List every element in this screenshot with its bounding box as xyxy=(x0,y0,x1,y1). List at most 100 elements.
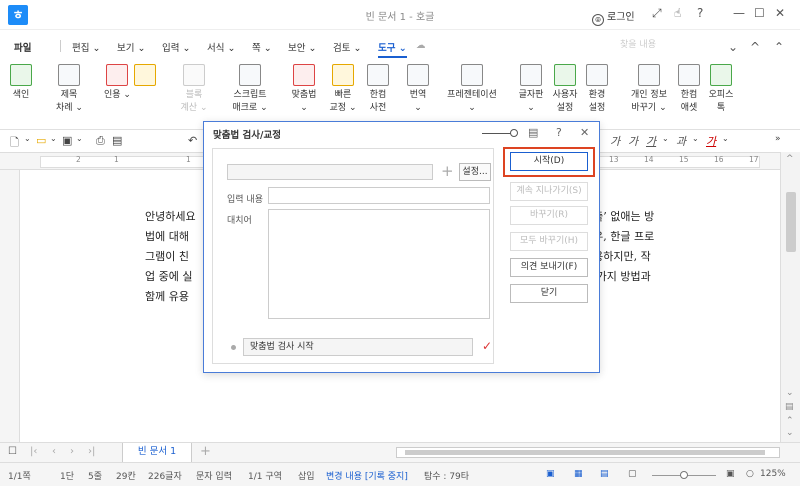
chevron-down-icon[interactable]: ⌄ xyxy=(728,40,738,54)
chevron-down-icon[interactable]: ⌄ xyxy=(662,134,669,143)
chevron-down-icon[interactable]: ⌄ xyxy=(50,134,57,143)
check-range-field[interactable] xyxy=(227,164,433,180)
ribbon-asset-button[interactable]: 한컴 애셋 xyxy=(676,64,702,115)
prev-page-icon[interactable]: ⌃ xyxy=(786,416,794,426)
menu-insert[interactable]: 입력 ⌄ xyxy=(162,40,190,54)
ribbon-citation-button[interactable]: 인용 ⌄ xyxy=(104,64,131,102)
ribbon-block-calc-button[interactable]: 블록 계산 ⌄ xyxy=(178,64,210,115)
add-tab-icon[interactable]: + xyxy=(200,444,211,459)
next-tab-icon[interactable]: › xyxy=(70,446,74,457)
menu-review[interactable]: 검토 ⌄ xyxy=(333,40,361,54)
close-icon[interactable]: ✕ xyxy=(775,6,785,20)
ribbon-preferences-button[interactable]: 환경 설정 xyxy=(584,64,610,115)
vertical-scrollbar[interactable]: ^ ⌄ ▤ ⌃ ⌄ xyxy=(780,152,800,442)
maximize-icon[interactable]: ☐ xyxy=(754,6,765,20)
print-icon[interactable]: ⎙ xyxy=(96,134,105,148)
italic-char-icon[interactable]: 가 xyxy=(628,133,638,149)
zoom-search-icon[interactable]: ○ xyxy=(746,469,754,479)
ribbon-translate-button[interactable]: 번역 ⌄ xyxy=(405,64,431,115)
vertical-ruler[interactable] xyxy=(0,170,20,442)
fit-page-icon[interactable]: ▢ xyxy=(628,469,637,479)
ribbon-toc-button[interactable]: 제목 차례 ⌄ xyxy=(56,64,83,115)
status-mode[interactable]: 문자 입력 xyxy=(196,469,232,482)
ribbon-privacy-button[interactable]: 개인 정보 바꾸기 ⌄ xyxy=(628,64,670,115)
strikethrough-char-icon[interactable]: 과 xyxy=(676,133,686,149)
hscroll-thumb[interactable] xyxy=(405,450,765,455)
scroll-up-icon[interactable]: ^ xyxy=(786,154,794,164)
replace-button[interactable]: 바꾸기(R) xyxy=(510,206,588,225)
search-input[interactable]: 찾을 내용 xyxy=(616,36,746,54)
menu-tools[interactable]: 도구 ⌄ xyxy=(378,40,407,58)
opacity-slider-knob[interactable] xyxy=(510,129,518,137)
chevron-down-icon[interactable]: ⌄ xyxy=(24,134,31,143)
ribbon-office-talk-button[interactable]: 오피스 톡 xyxy=(706,64,736,115)
menu-file[interactable]: 파일 xyxy=(14,40,31,54)
new-doc-icon[interactable]: 🗋 xyxy=(10,134,19,153)
zoom-level[interactable]: 125% xyxy=(760,469,786,479)
input-content-field[interactable] xyxy=(268,187,490,204)
ribbon-presentation-button[interactable]: 프레젠테이션 ⌄ xyxy=(444,64,500,115)
menu-security[interactable]: 보안 ⌄ xyxy=(288,40,316,54)
ribbon-pen-button[interactable] xyxy=(134,64,156,89)
save-icon[interactable]: ▣ xyxy=(62,134,72,147)
settings-button[interactable]: 설정... xyxy=(459,163,491,181)
skip-button[interactable]: 계속 지나가기(S) xyxy=(510,182,588,201)
collapse-ribbon-icon[interactable]: ⌃ xyxy=(774,40,784,54)
fullscreen-icon[interactable]: ⤢ xyxy=(652,6,662,21)
ribbon-spellcheck-button[interactable]: 맞춤법 ⌄ xyxy=(286,64,322,115)
menu-format[interactable]: 서식 ⌄ xyxy=(207,40,235,54)
status-insert[interactable]: 삽입 xyxy=(298,469,315,482)
font-color-icon[interactable]: 가 xyxy=(706,133,716,149)
login-button[interactable]: ⦾ 로그인 xyxy=(592,8,635,26)
scroll-thumb[interactable] xyxy=(786,192,796,252)
zoom-slider-knob[interactable] xyxy=(680,471,688,479)
preview-icon[interactable]: ▤ xyxy=(112,134,122,147)
menu-edit[interactable]: 편집 ⌄ xyxy=(72,40,100,54)
dialog-header[interactable]: 맞춤법 검사/교정 ▤ ? ✕ xyxy=(204,122,599,144)
horizontal-scrollbar[interactable] xyxy=(396,447,780,458)
chevron-down-icon[interactable]: ⌄ xyxy=(692,134,699,143)
ribbon-quick-correct-button[interactable]: 빠른 교정 ⌄ xyxy=(328,64,358,115)
undo-icon[interactable]: ↶ xyxy=(188,134,197,147)
underline-char-icon[interactable]: 가 xyxy=(646,133,656,149)
view-web-icon[interactable]: ▦ xyxy=(574,469,583,479)
close-button[interactable]: 닫기 xyxy=(510,284,588,303)
help-icon[interactable]: ? xyxy=(697,6,703,20)
page-icon[interactable]: ▤ xyxy=(785,402,794,412)
hand-icon[interactable]: ☝ xyxy=(674,6,681,20)
bold-char-icon[interactable]: 가 xyxy=(610,133,620,149)
prev-tab-icon[interactable]: ‹ xyxy=(52,446,56,457)
ribbon-dictionary-button[interactable]: 한컴 사전 xyxy=(366,64,390,115)
start-button[interactable]: 시작(D) xyxy=(510,152,588,171)
dialog-help-icon[interactable]: ? xyxy=(556,126,562,139)
view-outline-icon[interactable]: ▤ xyxy=(600,469,609,479)
scroll-down-icon[interactable]: ⌄ xyxy=(786,388,794,398)
last-tab-icon[interactable]: ›| xyxy=(88,446,95,457)
ribbon-script-macro-button[interactable]: 스크립트 매크로 ⌄ xyxy=(230,64,270,115)
first-tab-icon[interactable]: |‹ xyxy=(30,446,37,457)
add-icon[interactable]: + xyxy=(441,162,454,180)
dialog-page-icon[interactable]: ▤ xyxy=(528,126,538,139)
zoom-fit-icon[interactable]: ▣ xyxy=(726,469,735,479)
replace-all-button[interactable]: 모두 바꾸기(H) xyxy=(510,232,588,251)
menu-page[interactable]: 쪽 ⌄ xyxy=(252,40,272,54)
chevron-down-icon[interactable]: ⌄ xyxy=(76,134,83,143)
dialog-close-icon[interactable]: ✕ xyxy=(580,126,589,139)
tab-document-1[interactable]: 빈 문서 1 xyxy=(122,443,192,463)
next-page-icon[interactable]: ⌄ xyxy=(786,428,794,438)
ribbon-user-settings-button[interactable]: 사용자 설정 xyxy=(550,64,580,115)
ribbon-index-button[interactable]: 색인 xyxy=(8,64,34,102)
open-folder-icon[interactable]: ▭ xyxy=(36,134,46,147)
chevron-up-icon[interactable]: ^ xyxy=(750,40,760,54)
status-track-changes[interactable]: 변경 내용 [기록 중지] xyxy=(326,469,408,482)
replacement-list[interactable] xyxy=(268,209,490,319)
send-opinion-button[interactable]: 의견 보내기(F) xyxy=(510,258,588,277)
spellcheck-icon[interactable]: ✓ xyxy=(479,338,495,354)
cloud-icon[interactable]: ☁ xyxy=(416,40,426,51)
more-tools-icon[interactable]: » xyxy=(775,134,781,144)
tab-list-icon[interactable]: ☐ xyxy=(8,446,17,457)
ribbon-keyboard-button[interactable]: 글자판 ⌄ xyxy=(516,64,546,115)
menu-view[interactable]: 보기 ⌄ xyxy=(117,40,145,54)
view-normal-icon[interactable]: ▣ xyxy=(546,469,555,479)
minimize-icon[interactable]: — xyxy=(733,6,745,20)
